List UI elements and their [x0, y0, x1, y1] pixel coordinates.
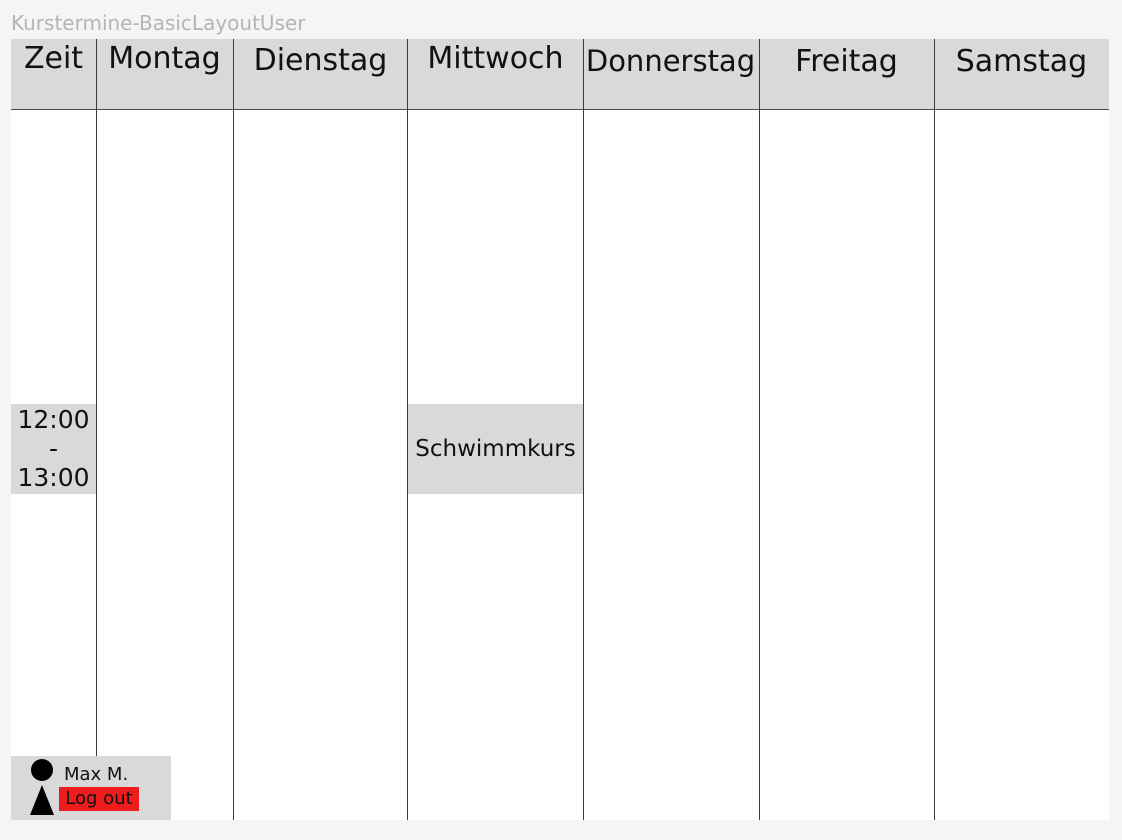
user-icon: [30, 759, 54, 817]
logout-button[interactable]: Log out: [59, 787, 139, 811]
column-divider: [407, 39, 408, 820]
column-divider: [96, 39, 97, 820]
time-slot: 12:00 - 13:00: [11, 404, 96, 494]
calendar-frame: Zeit Montag Dienstag Mittwoch Donnerstag…: [11, 39, 1109, 820]
user-panel: Max M. Log out: [11, 756, 171, 820]
time-slot-separator: -: [48, 434, 59, 463]
day-header-mittwoch: Mittwoch: [427, 41, 564, 76]
course-event-schwimmkurs[interactable]: Schwimmkurs: [408, 404, 583, 494]
day-header-donnerstag: Donnerstag: [585, 44, 756, 78]
column-divider: [934, 39, 935, 820]
user-name: Max M.: [64, 764, 129, 785]
column-divider: [233, 39, 234, 820]
column-divider: [759, 39, 760, 820]
time-slot-start: 12:00: [17, 405, 90, 434]
day-header-samstag: Samstag: [955, 44, 1088, 79]
day-header-freitag: Freitag: [795, 44, 898, 79]
day-header-dienstag: Dienstag: [253, 43, 388, 78]
column-divider: [583, 39, 584, 820]
time-column-header: Zeit: [23, 41, 84, 76]
day-header-montag: Montag: [108, 41, 221, 76]
time-slot-end: 13:00: [17, 463, 90, 492]
frame-title: Kurstermine-BasicLayoutUser: [11, 11, 306, 35]
